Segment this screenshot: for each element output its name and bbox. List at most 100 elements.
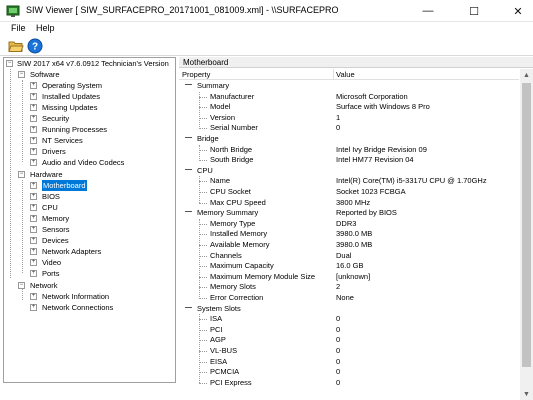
expand-toggle-icon[interactable]: + <box>30 304 37 311</box>
property-row[interactable]: VL-BUS 0 <box>179 346 519 357</box>
property-row[interactable]: Maximum Memory Module Size [unknown] <box>179 272 519 283</box>
help-icon[interactable]: ? <box>27 38 43 54</box>
tree-item-ports[interactable]: Ports <box>42 268 60 279</box>
expand-toggle-icon[interactable]: + <box>30 126 37 133</box>
tree-item-memory[interactable]: Memory <box>42 213 69 224</box>
property-row[interactable]: Error Correction None <box>179 293 519 304</box>
expand-toggle-icon[interactable]: − <box>18 71 25 78</box>
property-category-row[interactable]: Memory Summary Reported by BIOS <box>179 208 519 219</box>
property-row[interactable]: Model Surface with Windows 8 Pro <box>179 102 519 113</box>
collapse-toggle-icon[interactable] <box>185 168 192 170</box>
expand-toggle-icon[interactable]: + <box>30 293 37 300</box>
maximize-button[interactable]: ☐ <box>459 0 489 22</box>
toolbar: ? <box>0 36 533 56</box>
tree-item-cpu[interactable]: CPU <box>42 202 58 213</box>
property-row[interactable]: Memory Type DDR3 <box>179 219 519 230</box>
property-row[interactable]: CPU Socket Socket 1023 FCBGA <box>179 187 519 198</box>
expand-toggle-icon[interactable]: + <box>30 270 37 277</box>
expand-toggle-icon[interactable]: + <box>30 226 37 233</box>
tree-item-missing-updates[interactable]: Missing Updates <box>42 102 97 113</box>
expand-toggle-icon[interactable]: + <box>30 148 37 155</box>
property-row[interactable]: Available Memory 3980.0 MB <box>179 240 519 251</box>
menu-file[interactable]: File <box>11 23 26 33</box>
expand-toggle-icon[interactable]: + <box>30 215 37 222</box>
expand-toggle-icon[interactable]: + <box>30 248 37 255</box>
tree-item-network-information[interactable]: Network Information <box>42 291 109 302</box>
expand-toggle-icon[interactable]: + <box>30 137 37 144</box>
collapse-toggle-icon[interactable] <box>185 306 192 308</box>
property-row[interactable]: PCI Express 0 <box>179 378 519 389</box>
tree-item-network-connections[interactable]: Network Connections <box>42 302 113 313</box>
tree-item-installed-updates[interactable]: Installed Updates <box>42 91 100 102</box>
expand-toggle-icon[interactable]: + <box>30 237 37 244</box>
expand-toggle-icon[interactable]: − <box>18 282 25 289</box>
expand-toggle-icon[interactable]: + <box>30 104 37 111</box>
property-name: Memory Summary <box>197 208 259 218</box>
property-row[interactable]: AGP 0 <box>179 335 519 346</box>
property-row[interactable]: Serial Number 0 <box>179 123 519 134</box>
tree-item-video[interactable]: Video <box>42 257 61 268</box>
tree-item-security[interactable]: Security <box>42 113 69 124</box>
property-row[interactable]: PCMCIA 0 <box>179 367 519 378</box>
property-row[interactable]: Version 1 <box>179 113 519 124</box>
property-row[interactable]: Maximum Capacity 16.0 GB <box>179 261 519 272</box>
properties-list[interactable]: Summary Manufacturer Microsoft Corporation… <box>179 81 519 400</box>
tree-item-devices[interactable]: Devices <box>42 235 69 246</box>
collapse-toggle-icon[interactable] <box>185 84 192 85</box>
property-row[interactable]: Max CPU Speed 3800 MHz <box>179 198 519 209</box>
property-category-row[interactable]: Bridge <box>179 134 519 145</box>
expand-toggle-icon[interactable]: + <box>30 115 37 122</box>
expand-toggle-icon[interactable]: + <box>30 259 37 266</box>
tree-item-audio-video-codecs[interactable]: Audio and Video Codecs <box>42 157 124 168</box>
expand-toggle-icon[interactable]: + <box>30 204 37 211</box>
tree-category-network[interactable]: Network <box>30 280 58 291</box>
property-row[interactable]: Channels Dual <box>179 251 519 262</box>
column-header-property[interactable]: Property <box>182 69 210 80</box>
tree-item-drivers[interactable]: Drivers <box>42 146 66 157</box>
tree-category-hardware[interactable]: Hardware <box>30 169 63 180</box>
property-category-row[interactable]: CPU <box>179 166 519 177</box>
property-category-row[interactable]: Summary <box>179 81 519 92</box>
property-row[interactable]: Memory Slots 2 <box>179 282 519 293</box>
property-row[interactable]: Manufacturer Microsoft Corporation <box>179 92 519 103</box>
collapse-toggle-icon[interactable] <box>185 211 192 213</box>
vertical-scrollbar[interactable]: ▲ ▼ <box>520 69 533 400</box>
navigation-tree[interactable]: − SIW 2017 x64 v7.6.0912 Technician's Ve… <box>3 57 176 383</box>
expand-toggle-icon[interactable]: + <box>30 82 37 89</box>
property-category-row[interactable]: System Slots <box>179 304 519 315</box>
tree-item-operating-system[interactable]: Operating System <box>42 80 102 91</box>
property-row[interactable]: PCI 0 <box>179 325 519 336</box>
property-row[interactable]: Installed Memory 3980.0 MB <box>179 229 519 240</box>
close-button[interactable]: ✕ <box>503 0 533 22</box>
tree-item-running-processes[interactable]: Running Processes <box>42 124 107 135</box>
tree-item-network-adapters[interactable]: Network Adapters <box>42 246 101 257</box>
tree-item-nt-services[interactable]: NT Services <box>42 135 83 146</box>
expand-toggle-icon[interactable]: + <box>30 93 37 100</box>
tree-item-bios[interactable]: BIOS <box>42 191 60 202</box>
collapse-toggle-icon[interactable] <box>185 137 192 138</box>
property-row[interactable]: North Bridge Intel Ivy Bridge Revision 09 <box>179 145 519 156</box>
folder-open-icon[interactable] <box>8 38 24 54</box>
menu-help[interactable]: Help <box>36 23 55 33</box>
scroll-down-arrow-icon[interactable]: ▼ <box>520 388 533 400</box>
tree-item-motherboard[interactable]: Motherboard <box>42 180 87 191</box>
column-separator[interactable] <box>333 69 334 80</box>
scroll-up-arrow-icon[interactable]: ▲ <box>520 69 533 81</box>
property-row[interactable]: ISA 0 <box>179 314 519 325</box>
property-name: VL-BUS <box>210 346 238 355</box>
property-row[interactable]: South Bridge Intel HM77 Revision 04 <box>179 155 519 166</box>
property-row[interactable]: Name Intel(R) Core(TM) i5-3317U CPU @ 1.7… <box>179 176 519 187</box>
expand-toggle-icon[interactable]: + <box>30 159 37 166</box>
tree-category-software[interactable]: Software <box>30 69 60 80</box>
tree-guide-line <box>199 107 207 109</box>
expand-toggle-icon[interactable]: + <box>30 193 37 200</box>
tree-root[interactable]: SIW 2017 x64 v7.6.0912 Technician's Vers… <box>17 58 169 69</box>
tree-item-sensors[interactable]: Sensors <box>42 224 70 235</box>
minimize-button[interactable]: — <box>413 0 443 22</box>
scroll-thumb[interactable] <box>522 83 531 367</box>
expand-toggle-icon[interactable]: + <box>30 182 37 189</box>
property-row[interactable]: EISA 0 <box>179 357 519 368</box>
expand-toggle-icon[interactable]: − <box>18 171 25 178</box>
expand-toggle-icon[interactable]: − <box>6 60 13 67</box>
column-header-value[interactable]: Value <box>336 69 355 80</box>
